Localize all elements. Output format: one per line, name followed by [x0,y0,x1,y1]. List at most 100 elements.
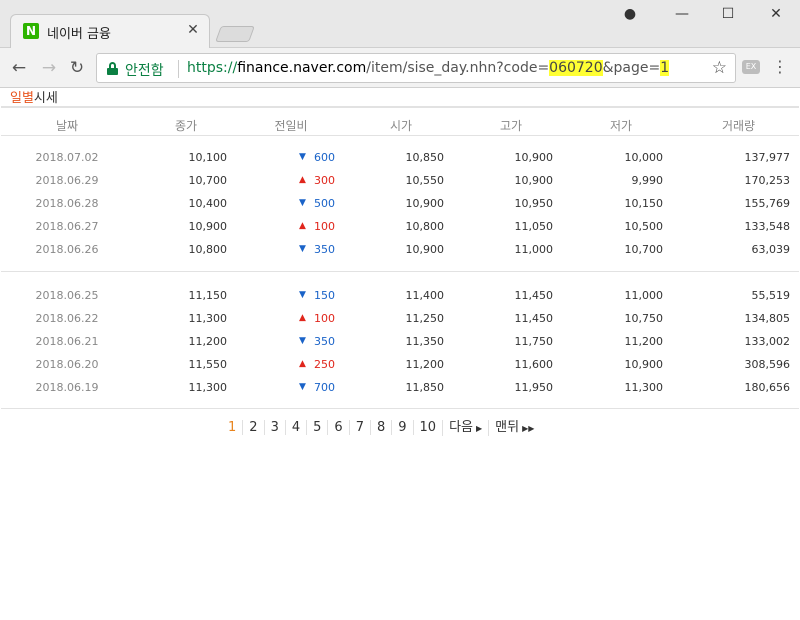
table-header: 날짜 종가 전일비 시가 고가 저가 거래량 [1,106,799,136]
secure-label[interactable]: 안전함 [125,60,164,80]
table-row: 2018.06.19 11,300 ▼ 700 11,850 11,950 11,300 18… [1,376,799,399]
cell-low: 10,500 [624,220,664,233]
minimize-icon[interactable]: — [672,6,692,22]
pagination: 1 2 3 4 5 6 7 8 9 10 다음 ▶ 맨뒤 ▶▶ [222,420,540,440]
url-scheme: https:// [187,60,238,76]
new-tab-button[interactable] [215,26,255,42]
profile-icon[interactable]: ● [620,6,640,22]
cell-low: 11,000 [624,289,664,302]
forward-arrow-icon[interactable]: → [38,57,60,79]
page-link-10[interactable]: 10 [412,420,443,435]
cell-volume: 133,002 [744,335,791,348]
cell-change: 250 [314,358,335,371]
page-title-price: 시세 [33,91,58,106]
page-link-2[interactable]: 2 [242,420,263,435]
lock-icon[interactable] [107,62,118,75]
address-bar[interactable]: 안전함 https://finance.naver.com/item/sise_… [96,53,736,83]
cell-low: 11,200 [624,335,664,348]
page-link-8[interactable]: 8 [369,420,391,435]
page-link-4[interactable]: 4 [284,420,306,435]
cell-volume: 155,769 [744,197,791,210]
url-page-highlight: 1 [660,60,670,76]
cell-volume: 134,805 [744,312,791,325]
menu-dots-icon[interactable]: ⋮ [772,57,788,77]
change-arrow-icon: ▼ [299,382,306,392]
cell-close: 11,550 [188,358,228,371]
daily-price-table: 날짜 종가 전일비 시가 고가 저가 거래량 2018.07.02 10,100 ▼… [1,106,799,409]
change-arrow-icon: ▲ [299,313,306,323]
last-page-link[interactable]: 맨뒤 ▶▶ [488,420,540,436]
url-page-param: &page= [602,60,661,76]
change-arrow-icon: ▼ [299,244,306,254]
cell-close: 11,300 [188,312,228,325]
table-row: 2018.06.29 10,700 ▲ 300 10,550 10,900 9,990 170… [1,169,799,192]
cell-open: 11,200 [405,358,445,371]
cell-change: 300 [314,174,335,187]
page-link-6[interactable]: 6 [327,420,348,435]
page-link-7[interactable]: 7 [348,420,370,435]
cell-high: 11,000 [514,243,554,256]
reload-icon[interactable]: ↻ [66,57,88,79]
page-link-9[interactable]: 9 [391,420,412,435]
last-arrow-icon: ▶▶ [522,424,535,433]
cell-open: 10,900 [405,243,445,256]
cell-volume: 137,977 [744,151,791,164]
table-row: 2018.06.21 11,200 ▼ 350 11,350 11,750 11,200 13… [1,330,799,353]
cell-open: 11,400 [405,289,445,302]
cell-change: 100 [314,220,335,233]
cell-high: 11,450 [514,312,554,325]
header-change: 전일비 [274,119,308,133]
cell-high: 10,900 [514,174,554,187]
cell-close: 11,300 [188,381,228,394]
close-tab-icon[interactable]: ✕ [185,22,201,38]
cell-volume: 55,519 [751,289,791,302]
cell-high: 11,050 [514,220,554,233]
cell-low: 10,700 [624,243,664,256]
change-arrow-icon: ▼ [299,152,306,162]
cell-volume: 133,548 [744,220,791,233]
cell-high: 10,900 [514,151,554,164]
cell-open: 11,850 [405,381,445,394]
next-arrow-icon: ▶ [476,424,483,433]
change-arrow-icon: ▼ [299,290,306,300]
naver-favicon-icon: N [23,23,39,39]
cell-close: 10,100 [188,151,228,164]
next-page-link[interactable]: 다음 ▶ [442,420,488,436]
cell-date: 2018.06.21 [35,335,99,348]
cell-date: 2018.06.25 [35,289,99,302]
cell-volume: 308,596 [744,358,791,371]
close-window-icon[interactable]: ✕ [766,6,786,22]
cell-date: 2018.07.02 [35,151,99,164]
cell-change: 600 [314,151,335,164]
extension-icon[interactable]: EX [742,60,760,74]
back-arrow-icon[interactable]: ← [8,57,30,79]
page-link-3[interactable]: 3 [263,420,285,435]
bookmark-star-icon[interactable]: ☆ [712,58,727,78]
url-host: finance.naver.com [237,60,367,76]
cell-date: 2018.06.29 [35,174,99,187]
cell-date: 2018.06.28 [35,197,99,210]
table-body: 2018.07.02 10,100 ▼ 600 10,850 10,900 10,000 13… [1,136,799,399]
browser-tab[interactable]: N 네이버 금융 ✕ [10,14,210,48]
cell-change: 350 [314,243,335,256]
table-row: 2018.06.26 10,800 ▼ 350 10,900 11,000 10,700 63… [1,238,799,261]
page-link-5[interactable]: 5 [306,420,327,435]
last-label: 맨뒤 [495,420,520,435]
cell-high: 11,450 [514,289,554,302]
header-date: 날짜 [55,119,79,133]
change-arrow-icon: ▲ [299,359,306,369]
cell-close: 10,900 [188,220,228,233]
url-separator [178,60,179,78]
cell-close: 11,200 [188,335,228,348]
maximize-icon[interactable]: ☐ [718,6,738,22]
cell-open: 11,350 [405,335,445,348]
cell-low: 10,000 [624,151,664,164]
page-link-1[interactable]: 1 [222,420,242,435]
cell-open: 11,250 [405,312,445,325]
cell-close: 10,400 [188,197,228,210]
cell-change: 700 [314,381,335,394]
cell-high: 11,750 [514,335,554,348]
url-text[interactable]: https://finance.naver.com/item/sise_day.… [187,60,670,76]
cell-close: 11,150 [188,289,228,302]
cell-low: 11,300 [624,381,664,394]
